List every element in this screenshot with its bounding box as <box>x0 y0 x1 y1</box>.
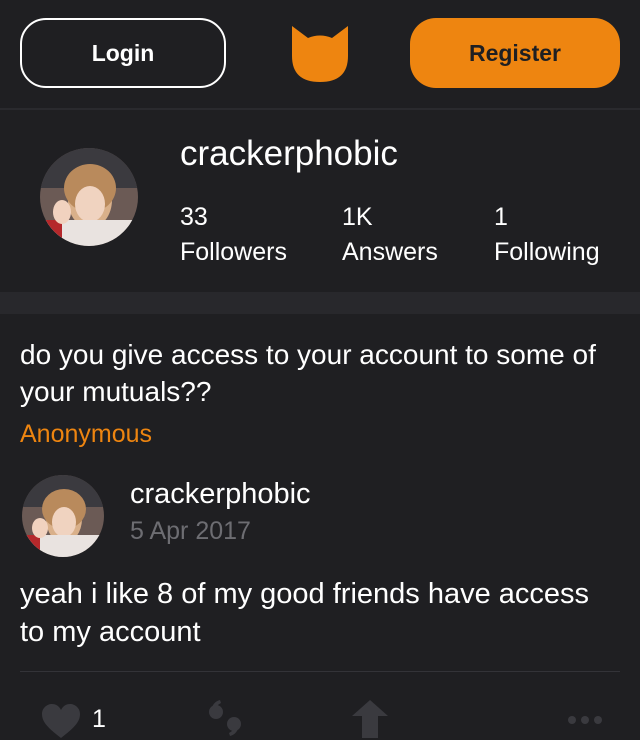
top-bar: Login Register <box>0 0 640 108</box>
stat-value: 1 <box>494 203 508 231</box>
login-button[interactable]: Login <box>20 18 226 88</box>
header-divider <box>0 108 640 110</box>
avatar-image <box>22 475 104 557</box>
stat-answers[interactable]: 1K Answers <box>342 200 438 270</box>
answerer-username[interactable]: crackerphobic <box>130 478 311 511</box>
actions-divider <box>20 671 620 672</box>
answer-date: 5 Apr 2017 <box>130 517 251 545</box>
stat-value: 33 <box>180 203 208 231</box>
register-button[interactable]: Register <box>410 18 620 88</box>
section-separator <box>0 292 640 314</box>
stat-value: 1K <box>342 203 373 231</box>
answer-text: yeah i like 8 of my good friends have ac… <box>20 578 590 648</box>
stat-label: Followers <box>180 238 287 266</box>
answerer-avatar[interactable] <box>22 475 104 557</box>
more-dots-icon[interactable] <box>566 710 604 730</box>
stat-followers[interactable]: 33 Followers <box>180 200 287 270</box>
question-text[interactable]: do you give access to your account to so… <box>20 336 620 410</box>
asker-name: Anonymous <box>20 420 153 448</box>
stat-label: Following <box>494 238 600 266</box>
stat-following[interactable]: 1 Following <box>494 200 600 270</box>
cat-face-icon[interactable] <box>288 22 352 84</box>
like-count: 1 <box>92 705 106 733</box>
stat-label: Answers <box>342 238 438 266</box>
profile-username: crackerphobic <box>180 134 398 173</box>
quote-icon[interactable] <box>206 698 246 738</box>
arrow-up-icon[interactable] <box>350 698 390 738</box>
avatar-image <box>40 148 138 246</box>
profile-avatar[interactable] <box>40 148 138 246</box>
heart-icon[interactable] <box>40 702 82 740</box>
